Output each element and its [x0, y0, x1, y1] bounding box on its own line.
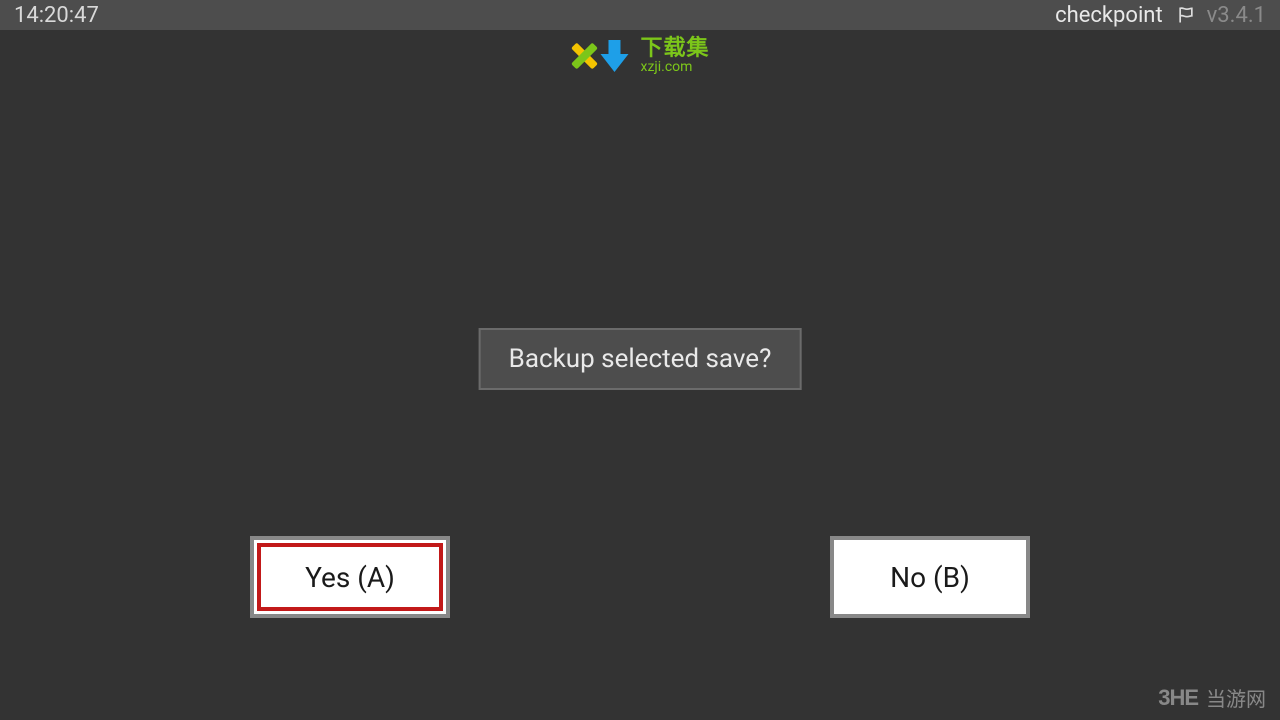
app-version: v3.4.1 — [1207, 3, 1266, 28]
watermark-bottom: 3HE 当游网 — [1158, 683, 1266, 712]
yes-button[interactable]: Yes (A) — [250, 536, 450, 618]
watermark-bottom-cn: 当游网 — [1206, 683, 1266, 712]
dialog-buttons: Yes (A) No (B) — [0, 536, 1280, 618]
watermark-bottom-logo: 3HE — [1158, 685, 1198, 711]
watermark-top-cn: 下载集 — [640, 38, 709, 60]
watermark-top: 下载集 xzji.com — [570, 36, 709, 76]
watermark-x-icon — [570, 42, 598, 70]
no-button[interactable]: No (B) — [830, 536, 1030, 618]
dialog-message: Backup selected save? — [479, 328, 802, 390]
download-arrow-icon — [594, 36, 634, 76]
clock-time: 14:20:47 — [14, 3, 99, 28]
watermark-top-en: xzji.com — [640, 60, 709, 74]
top-bar: 14:20:47 checkpoint v3.4.1 — [0, 0, 1280, 30]
flag-icon — [1175, 4, 1197, 26]
yes-button-label: Yes (A) — [305, 561, 395, 594]
app-name: checkpoint — [1055, 3, 1163, 28]
no-button-label: No (B) — [890, 561, 970, 594]
